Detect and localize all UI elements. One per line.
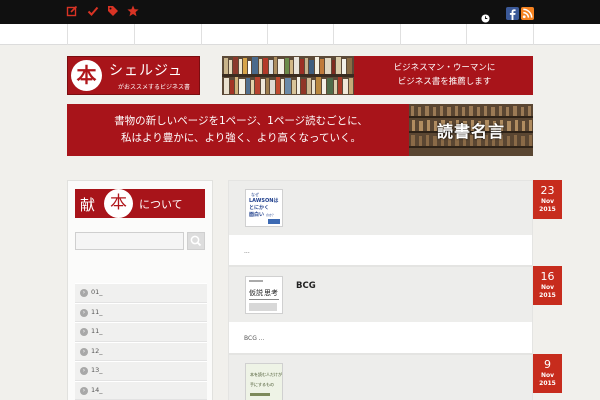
tag-icon[interactable] bbox=[107, 5, 119, 17]
nav-item[interactable] bbox=[134, 24, 201, 45]
post-date-day: 23 bbox=[540, 184, 555, 197]
chevron-right-icon: › bbox=[80, 328, 88, 336]
top-bar bbox=[0, 0, 600, 24]
nav-item[interactable] bbox=[67, 24, 134, 45]
check-icon[interactable] bbox=[87, 5, 99, 17]
post-date-month: Nov bbox=[540, 372, 555, 379]
about-banner-right: について bbox=[139, 198, 183, 211]
clock-icon[interactable] bbox=[481, 8, 490, 23]
quote-label: 読書名言 bbox=[437, 122, 506, 141]
post-date-day: 9 bbox=[544, 358, 551, 371]
about-banner[interactable]: 献 本 について bbox=[75, 189, 205, 218]
header-banner[interactable]: ビジネスマン・ウーマンに ビジネス書を推薦します bbox=[222, 56, 533, 95]
post-date-year: 2015 bbox=[539, 206, 556, 213]
archive-item-label: 13_ bbox=[91, 366, 103, 374]
thumb-line-5: のか？ bbox=[266, 212, 275, 217]
archive-list: › 01_ › 11_ › 11_ › 12_ › 13_ › 14_ bbox=[75, 283, 207, 400]
search-button[interactable] bbox=[187, 232, 205, 250]
archive-item[interactable]: › 11_ bbox=[75, 302, 207, 322]
thumb-line-1: なぜ bbox=[251, 191, 259, 197]
post-title[interactable]: BCG bbox=[296, 281, 316, 291]
post-excerpt: BCG ... bbox=[244, 335, 265, 342]
logo-mark: 本 bbox=[71, 60, 102, 91]
post-excerpt: ... bbox=[244, 248, 250, 255]
rss-icon[interactable] bbox=[521, 5, 534, 20]
quote-banner[interactable]: 書物の新しいページを1ページ、1ページ読むごとに、 私はより豊かに、より強く、よ… bbox=[67, 104, 533, 156]
quote-line-2: 私はより豊かに、より強く、より高くなっていく。 bbox=[120, 132, 362, 144]
post-date-badge: 9 Nov 2015 bbox=[533, 354, 562, 393]
chevron-right-icon: › bbox=[80, 289, 88, 297]
chevron-right-icon: › bbox=[80, 347, 88, 356]
thumb-line-2: 思考 bbox=[264, 289, 278, 297]
archive-item-label: 14_ bbox=[91, 385, 103, 394]
post-date-month: Nov bbox=[540, 198, 555, 205]
archive-item-label: 11_ bbox=[91, 327, 103, 335]
nav-item[interactable] bbox=[267, 24, 333, 45]
post-card: 仮説 思考 BCG BCG ... bbox=[228, 266, 533, 354]
thumb-line-1: 本を読む人だけが bbox=[250, 371, 282, 377]
nav-item[interactable] bbox=[466, 24, 533, 45]
chevron-right-icon: › bbox=[80, 386, 88, 395]
post-date-month: Nov bbox=[540, 284, 555, 291]
post-date-year: 2015 bbox=[539, 292, 556, 299]
edit-icon[interactable] bbox=[66, 5, 78, 17]
nav-item[interactable] bbox=[201, 24, 267, 45]
chevron-right-icon: › bbox=[80, 308, 88, 317]
thumb-line-2: 手にするもの bbox=[250, 381, 274, 387]
sidebar: 献 本 について › 01_ › 11_ › 11_ › 12_ › 13_ ›… bbox=[67, 180, 213, 400]
post-date-badge: 16 Nov 2015 bbox=[533, 266, 562, 305]
thumb-line-2: LAWSONは bbox=[249, 198, 278, 204]
search-input[interactable] bbox=[75, 232, 184, 250]
archive-item[interactable]: › 13_ bbox=[75, 361, 207, 381]
about-banner-left: 献 bbox=[80, 196, 96, 214]
archive-item[interactable]: › 12_ bbox=[75, 341, 207, 361]
archive-item-label: 01_ bbox=[91, 288, 103, 296]
chevron-right-icon: › bbox=[80, 367, 88, 375]
thumb-line-3: とにかく bbox=[249, 204, 269, 211]
post-date-badge: 23 Nov 2015 bbox=[533, 180, 562, 219]
nav-item[interactable] bbox=[400, 24, 466, 45]
book-cover-thumbnail[interactable]: 本を読む人だけが 手にするもの bbox=[245, 363, 283, 400]
post-card: 本を読む人だけが 手にするもの bbox=[228, 354, 533, 400]
thumb-line-1: 仮説 bbox=[249, 288, 263, 297]
post-date-year: 2015 bbox=[539, 380, 556, 387]
archive-item[interactable]: › 14_ bbox=[75, 380, 207, 400]
site-logo[interactable]: 本 シェルジュ がおススメするビジネス書 bbox=[67, 56, 200, 95]
library-image: 読書名言 bbox=[409, 104, 533, 156]
quote-line-1: 書物の新しいページを1ページ、1ページ読むごとに、 bbox=[114, 115, 368, 127]
thumb-line-4: 面白い bbox=[249, 211, 264, 218]
logo-title: シェルジュ bbox=[109, 63, 184, 79]
about-banner-mark: 本 bbox=[104, 189, 133, 218]
facebook-icon[interactable] bbox=[506, 5, 519, 20]
bookshelf-image bbox=[222, 56, 354, 95]
archive-item[interactable]: › 11_ bbox=[75, 322, 207, 342]
logo-subtitle: がおススメするビジネス書 bbox=[118, 84, 191, 91]
archive-item-label: 12_ bbox=[91, 346, 103, 355]
book-cover-thumbnail[interactable]: なぜ LAWSONは とにかく 面白い のか？ bbox=[245, 189, 283, 227]
star-icon[interactable] bbox=[127, 5, 139, 17]
banner-line-1: ビジネスマン・ウーマンに bbox=[393, 63, 496, 73]
archive-item-label: 11_ bbox=[91, 307, 103, 316]
book-cover-thumbnail[interactable]: 仮説 思考 bbox=[245, 276, 283, 314]
post-date-day: 16 bbox=[540, 270, 555, 283]
banner-line-2: ビジネス書を推薦します bbox=[397, 77, 492, 87]
nav-item[interactable] bbox=[333, 24, 400, 45]
nav-item[interactable] bbox=[533, 24, 600, 45]
post-card: なぜ LAWSONは とにかく 面白い のか？ ... bbox=[228, 180, 533, 266]
main-navigation bbox=[0, 24, 600, 45]
archive-item[interactable]: › 01_ bbox=[75, 283, 207, 303]
